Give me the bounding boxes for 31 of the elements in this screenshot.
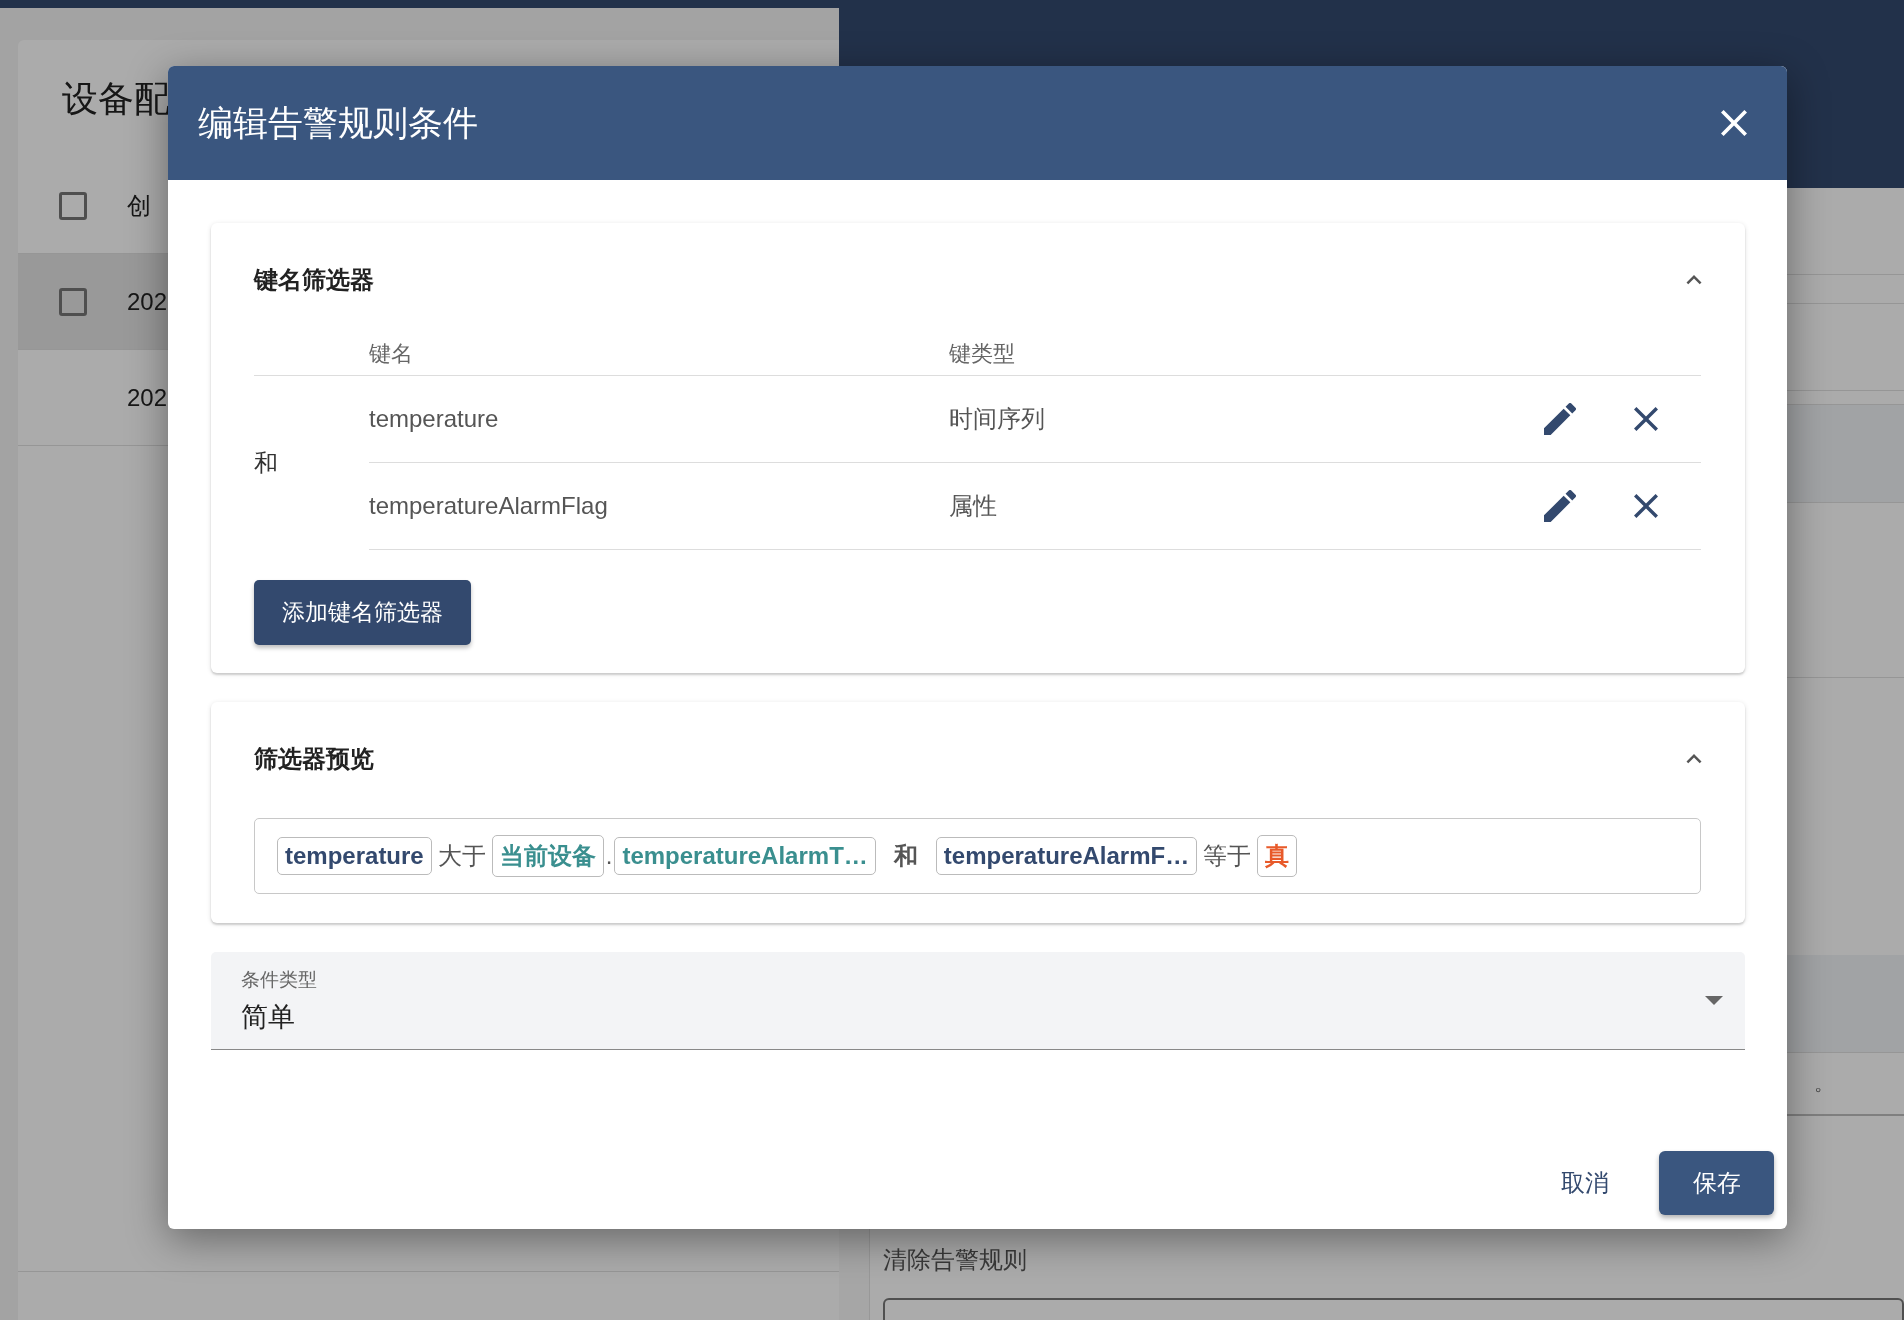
add-filter-button[interactable]: 添加键名筛选器 — [254, 580, 471, 645]
column-header: 键名 — [369, 340, 414, 368]
value-chip: 真 — [1257, 835, 1298, 877]
cancel-button[interactable]: 取消 — [1541, 1157, 1629, 1209]
column-header: 键类型 — [949, 340, 1016, 368]
page-title: 设备配 — [62, 76, 170, 121]
section-title: 键名筛选器 — [254, 265, 374, 295]
condition-type-select[interactable]: 条件类型 简单 — [211, 952, 1745, 1050]
field-label: 条件类型 — [241, 967, 317, 992]
column-header: 创 — [127, 190, 151, 221]
section-title: 筛选器预览 — [254, 744, 374, 774]
operator-text: 大于 — [437, 841, 486, 871]
field-label: 清除告警规则 — [883, 1245, 1027, 1275]
source-chip: 当前设备 — [491, 835, 604, 877]
operator-text: 等于 — [1203, 841, 1252, 871]
save-button[interactable]: 保存 — [1659, 1151, 1774, 1215]
key-chip: temperature — [277, 837, 432, 875]
dialog-title: 编辑告警规则条件 — [198, 101, 478, 144]
hint-text: 。 — [1814, 1071, 1834, 1096]
logic-text: 和 — [893, 841, 918, 871]
separator-text: . — [605, 842, 613, 870]
key-chip: temperatureAlarmF… — [935, 837, 1198, 875]
table-cell-text: 属性 — [949, 491, 998, 521]
attribute-chip: temperatureAlarmT… — [614, 837, 876, 875]
operator-label: 和 — [254, 448, 279, 478]
table-cell: 202 — [127, 383, 168, 412]
table-cell-text: 时间序列 — [949, 404, 1046, 434]
table-cell-text: temperatureAlarmFlag — [369, 492, 609, 520]
table-cell-text: temperature — [369, 405, 500, 433]
table-cell: 202 — [127, 287, 168, 316]
select-value: 简单 — [241, 1000, 296, 1034]
